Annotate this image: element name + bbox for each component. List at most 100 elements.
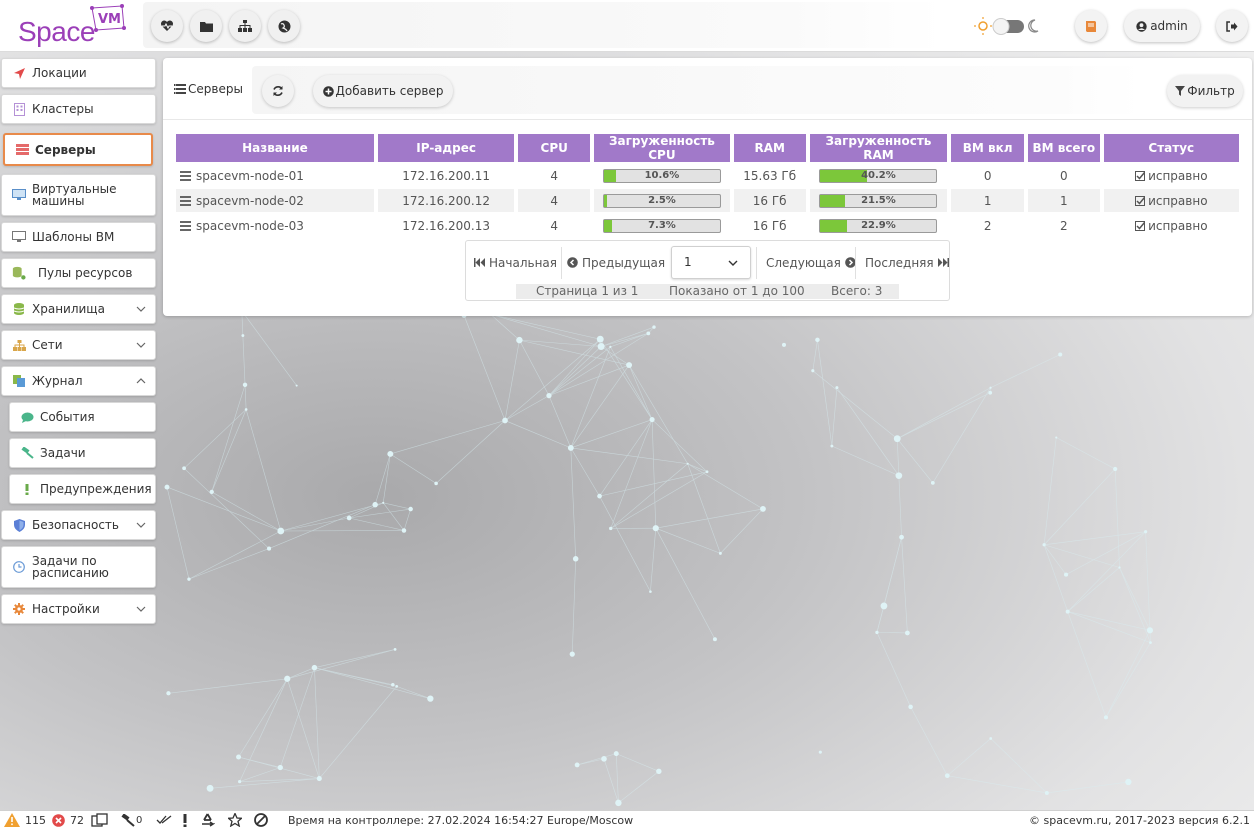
sidebar-item-label: Кластеры [32, 102, 94, 116]
table-row[interactable]: spacevm-node-03 172.16.200.13 4 7.3% 16 … [176, 214, 1239, 237]
servers-table: Название IP-адрес CPU Загруженность CPU … [172, 132, 1243, 239]
sidebar-item-events[interactable]: События [9, 402, 156, 432]
prev-page-button[interactable]: Предыдущая [567, 241, 665, 284]
column-header[interactable]: IP-адрес [377, 134, 515, 162]
ram-load-text: 22.9% [861, 219, 896, 231]
fast-backward-icon [474, 258, 485, 267]
column-header[interactable]: RAM [733, 134, 806, 162]
user-menu-button[interactable]: admin [1124, 10, 1200, 42]
sidebar-item-resource-pools[interactable]: Пулы ресурсов [1, 258, 156, 288]
exclamation-icon [183, 813, 187, 827]
sidebar-item-label: Предупреждения [40, 482, 152, 496]
refresh-button[interactable] [262, 75, 294, 107]
health-button[interactable] [151, 10, 183, 42]
sign-out-icon [1226, 20, 1238, 32]
column-header[interactable]: Загруженность CPU [594, 134, 730, 162]
chevron-up-icon [136, 378, 146, 384]
docs-button[interactable] [1075, 10, 1107, 42]
database-gear-icon [12, 266, 26, 280]
ram-load-bar: 22.9% [819, 218, 938, 233]
sidebar-item-security[interactable]: Безопасность [1, 510, 156, 540]
server-name[interactable]: spacevm-node-02 [196, 194, 304, 208]
recycle-indicator[interactable] [200, 813, 215, 827]
server-name[interactable]: spacevm-node-01 [196, 169, 304, 183]
sidebar-item-journal[interactable]: Журнал [1, 366, 156, 396]
favorites-indicator[interactable] [228, 813, 242, 827]
ip-cell: 172.16.200.11 [402, 168, 491, 183]
exclamation-icon [25, 483, 29, 495]
page-select[interactable]: 1 [671, 246, 751, 279]
filter-button[interactable]: Фильтр [1167, 75, 1243, 107]
column-header[interactable]: Загруженность RAM [809, 134, 948, 162]
column-header[interactable]: Название [176, 134, 374, 162]
cpu-load-text: 2.5% [648, 194, 676, 206]
errors-indicator[interactable]: 72 [52, 813, 84, 827]
server-name-cell[interactable]: spacevm-node-03 [176, 214, 374, 237]
ip-cell: 172.16.200.12 [377, 189, 515, 212]
sidebar-item-networks[interactable]: Сети [1, 330, 156, 360]
sidebar-item-vm-templates[interactable]: Шаблоны ВМ [1, 222, 156, 252]
sidebar-item-scheduled-tasks[interactable]: Задачи по расписанию [1, 546, 156, 588]
comment-icon [21, 412, 33, 423]
tasks-count: 0 [136, 814, 143, 826]
folder-button[interactable] [190, 10, 222, 42]
chevron-down-icon [136, 342, 146, 348]
cpu-load-text: 10.6% [644, 169, 680, 181]
vm-total-cell: 0 [1059, 168, 1068, 183]
topology-button[interactable] [229, 10, 261, 42]
first-page-button[interactable]: Начальная [474, 241, 557, 284]
table-header-row: Название IP-адрес CPU Загруженность CPU … [176, 134, 1239, 162]
total-info: Всего: 3 [831, 284, 883, 298]
clipboard-indicator[interactable] [91, 813, 111, 827]
location-arrow-icon [13, 67, 25, 79]
next-page-button[interactable]: Следующая [766, 241, 856, 284]
last-page-button[interactable]: Последняя [865, 241, 949, 284]
status-bar: 115 72 0 Время на контроллере: 27.02.202… [0, 810, 1254, 828]
sidebar-item-label: Виртуальные машины [32, 182, 117, 208]
globe-button[interactable] [268, 10, 300, 42]
add-server-button[interactable]: Добавить сервер [313, 75, 453, 107]
ram-load-text: 40.2% [861, 169, 896, 181]
sidebar-item-storage[interactable]: Хранилища [1, 294, 156, 324]
server-name-cell[interactable]: spacevm-node-01 [176, 164, 374, 187]
table-row[interactable]: spacevm-node-01 172.16.200.11 4 10.6% 15… [176, 164, 1239, 187]
theme-toggle[interactable] [974, 16, 1044, 36]
column-header[interactable]: ВМ всего [1027, 134, 1100, 162]
tasks-indicator[interactable]: 0 [121, 813, 142, 827]
sidebar-item-settings[interactable]: Настройки [1, 594, 156, 624]
column-header[interactable]: ВМ вкл [951, 134, 1024, 162]
logo-text: Space [18, 16, 95, 47]
logo[interactable]: Space VM [14, 4, 134, 50]
warning-icon [4, 813, 20, 827]
check-square-icon [1135, 220, 1146, 231]
sidebar-item-tasks[interactable]: Задачи [9, 438, 156, 468]
alerts-indicator[interactable] [183, 813, 187, 827]
status-cell: исправно [1104, 214, 1239, 237]
blocked-indicator[interactable] [254, 813, 268, 827]
sidebar-item-clusters[interactable]: Кластеры [1, 94, 156, 124]
sidebar-item-servers[interactable]: Серверы [3, 133, 153, 166]
clipboard-icon [91, 813, 108, 827]
server-name-cell[interactable]: spacevm-node-02 [176, 189, 374, 212]
ram-load-bar: 40.2% [819, 168, 938, 183]
server-icon [15, 144, 29, 155]
sidebar-item-warnings[interactable]: Предупреждения [9, 474, 156, 504]
column-header[interactable]: CPU [518, 134, 591, 162]
sidebar-item-locations[interactable]: Локации [1, 58, 156, 88]
cpu-load-cell: 7.3% [594, 214, 730, 237]
cpu-load-bar: 7.3% [602, 218, 721, 233]
logout-button[interactable] [1216, 10, 1248, 42]
monitor-icon [12, 231, 26, 242]
ban-icon [254, 813, 268, 827]
errors-count: 72 [70, 813, 84, 827]
chevron-down-icon [136, 522, 146, 528]
done-indicator[interactable] [156, 813, 172, 827]
cpu-load-bar: 10.6% [602, 168, 721, 183]
warnings-indicator[interactable]: 115 [4, 813, 46, 827]
sidebar-item-vms[interactable]: Виртуальные машины [1, 174, 156, 216]
desktop-icon [12, 189, 26, 200]
server-name[interactable]: spacevm-node-03 [196, 219, 304, 233]
column-header[interactable]: Статус [1103, 134, 1239, 162]
table-row[interactable]: spacevm-node-02 172.16.200.12 4 2.5% 16 … [176, 189, 1239, 212]
list-icon [174, 84, 186, 94]
